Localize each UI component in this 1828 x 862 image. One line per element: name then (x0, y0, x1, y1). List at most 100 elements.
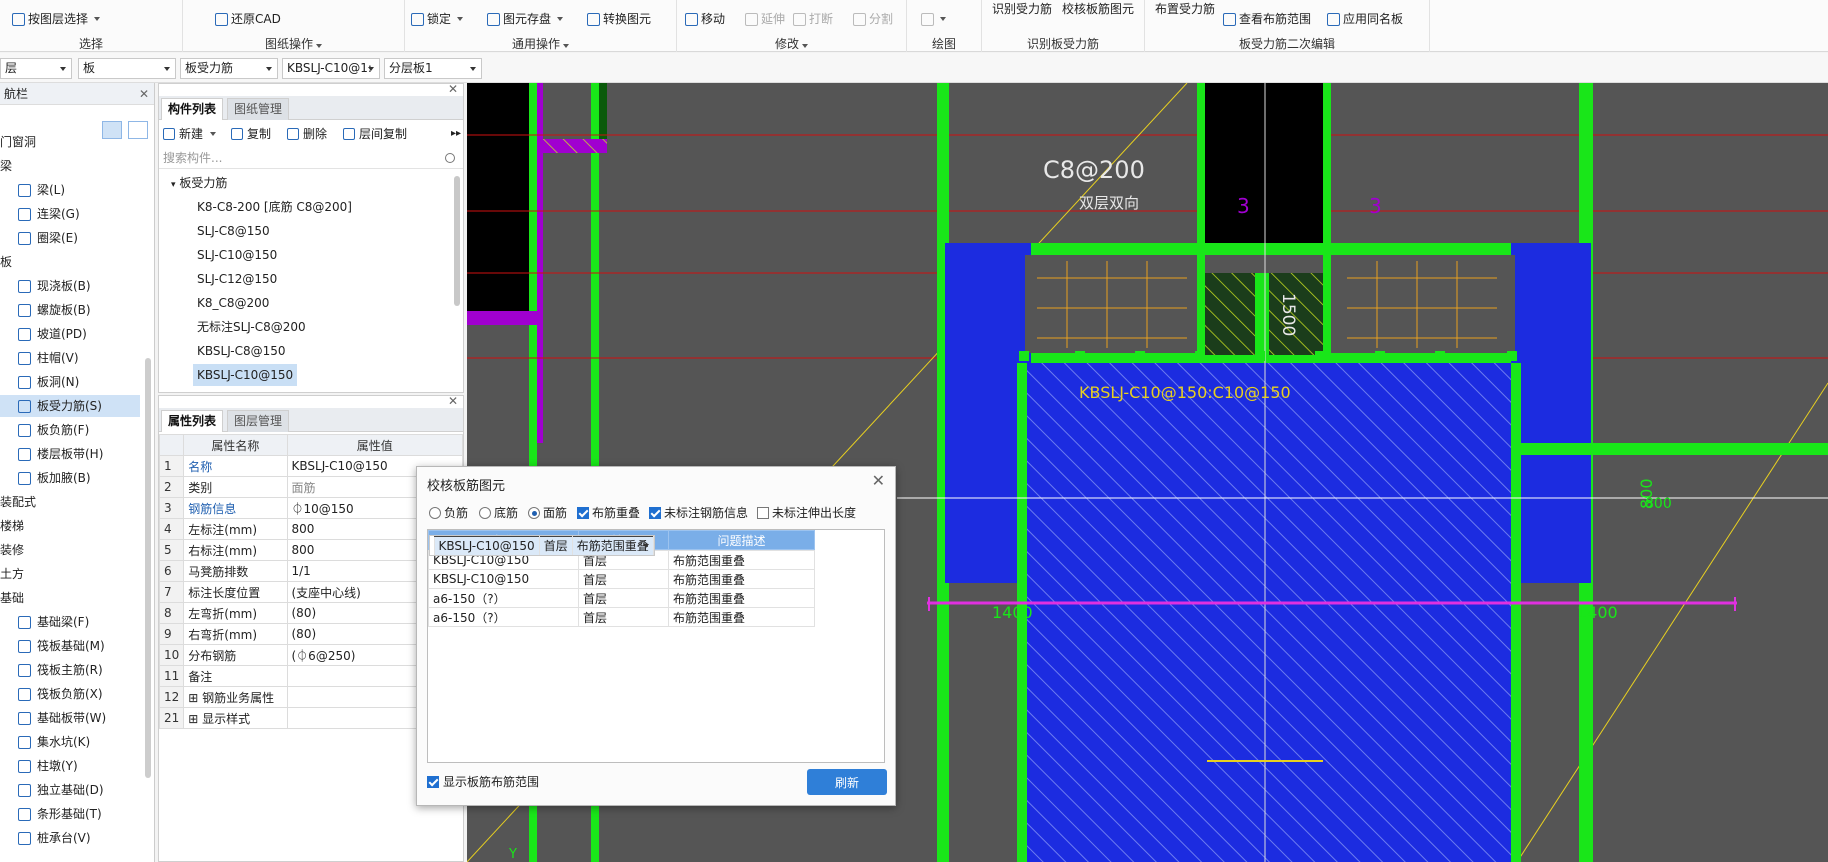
property-tabs: 属性列表 图层管理 (159, 408, 463, 432)
nav-item[interactable]: 板洞(N) (0, 371, 140, 393)
nav-category[interactable]: 梁 (0, 155, 140, 177)
check-slab-rebar-button[interactable]: 校核板筋图元 (1062, 0, 1134, 18)
search-icon[interactable] (445, 153, 455, 163)
nav-item[interactable]: 梁(L) (0, 179, 140, 201)
ribbon-group-modify: 移动 延伸 打断 分割 修改 (677, 0, 907, 52)
radio-top[interactable]: 面筋 (528, 505, 567, 521)
view-range-icon (1223, 12, 1236, 26)
convert-element-button[interactable]: 转换图元 (587, 10, 651, 28)
lock-button[interactable]: 锁定 (411, 10, 464, 28)
split-button[interactable]: 分割 (853, 10, 893, 28)
nav-item[interactable]: 圈梁(E) (0, 227, 140, 249)
radio-bottom[interactable]: 底筋 (479, 505, 518, 521)
select-by-layer-button[interactable]: 按图层选择 (12, 10, 101, 28)
tab-layer-management[interactable]: 图层管理 (227, 410, 290, 432)
nav-item[interactable]: 基础梁(F) (0, 611, 140, 633)
component-scrollbar[interactable] (454, 176, 460, 306)
dark-area (467, 83, 529, 313)
issue-row[interactable]: a6-150（?） 首层 布筋范围重叠 (428, 607, 815, 627)
close-icon[interactable]: ✕ (872, 471, 885, 490)
layer-select[interactable]: 分层板1 (384, 58, 482, 79)
draw-arc-button[interactable] (921, 10, 946, 28)
close-icon[interactable]: ✕ (448, 82, 458, 96)
nav-item[interactable]: 筏板基础(M) (0, 635, 140, 657)
nav-item[interactable]: 桩承台(V) (0, 827, 140, 849)
component-item[interactable]: K8_C8@200 (193, 292, 273, 314)
nav-item[interactable]: 柱墩(Y) (0, 755, 140, 777)
component-item[interactable]: SLJ-C12@150 (193, 268, 281, 290)
nav-item[interactable]: 基础板带(W) (0, 707, 140, 729)
close-icon[interactable]: ✕ (139, 83, 149, 105)
nav-item[interactable]: 集水坑(K) (0, 731, 140, 753)
nav-item[interactable]: 板受力筋(S) (0, 395, 140, 417)
nav-item[interactable]: 楼层板带(H) (0, 443, 140, 465)
nav-item[interactable]: 螺旋板(B) (0, 299, 140, 321)
issue-row[interactable]: KBSLJ-C10@150 首层 布筋范围重叠 (428, 535, 655, 556)
tab-component-list[interactable]: 构件列表 (161, 98, 224, 120)
nav-item[interactable]: 板加腋(B) (0, 467, 140, 489)
issue-row[interactable]: a6-150（?） 首层 布筋范围重叠 (428, 588, 815, 608)
component-item[interactable]: SLJ-C10@150 (193, 244, 281, 266)
cast-slab-icon (18, 279, 31, 293)
apply-same-slab-button[interactable]: 应用同名板 (1327, 10, 1403, 28)
break-button[interactable]: 打断 (793, 10, 833, 28)
save-element-button[interactable]: 图元存盘 (487, 10, 564, 28)
show-range-check[interactable]: 显示板筋布筋范围 (427, 773, 539, 790)
dimension-800: 800 (1645, 496, 1672, 512)
refresh-button[interactable]: 刷新 (807, 769, 887, 795)
check-overlap[interactable]: 布筋重叠 (577, 505, 640, 521)
nav-category[interactable]: 装配式 (0, 491, 140, 513)
tab-drawing-management[interactable]: 图纸管理 (227, 98, 290, 120)
nav-category[interactable]: 基础 (0, 587, 140, 609)
check-unlabeled-info[interactable]: 未标注钢筋信息 (649, 505, 748, 521)
category-select[interactable]: 板 (78, 58, 176, 79)
nav-item[interactable]: 坡道(PD) (0, 323, 140, 345)
row-number: 21 (158, 707, 185, 729)
check-unlabeled-length[interactable]: 未标注伸出长度 (757, 505, 856, 521)
nav-scrollbar[interactable] (145, 358, 151, 778)
component-select[interactable]: KBSLJ-C10@1: (282, 58, 380, 79)
floor-select[interactable]: 层 (0, 58, 72, 79)
slab-rebar-icon (18, 399, 31, 413)
place-rebar-button[interactable]: 布置受力筋 (1155, 0, 1215, 18)
nav-item[interactable]: 筏板负筋(X) (0, 683, 140, 705)
view-rebar-range-button[interactable]: 查看布筋范围 (1223, 10, 1311, 28)
nav-category[interactable]: 板 (0, 251, 140, 273)
nav-category[interactable]: 楼梯 (0, 515, 140, 537)
tree-root[interactable]: ▾ 板受力筋 (171, 172, 227, 194)
tab-property-list[interactable]: 属性列表 (161, 410, 224, 432)
nav-item[interactable]: 板负筋(F) (0, 419, 140, 441)
slab-hole-icon (18, 375, 31, 389)
nav-item[interactable]: 连梁(G) (0, 203, 140, 225)
component-search-input[interactable]: 搜索构件... (159, 147, 463, 169)
radio-negative[interactable]: 负筋 (429, 505, 468, 521)
new-button[interactable]: 新建 (163, 122, 217, 146)
nav-category[interactable]: 装修 (0, 539, 140, 561)
move-button[interactable]: 移动 (685, 10, 725, 28)
extend-button[interactable]: 延伸 (745, 10, 785, 28)
issue-row[interactable]: KBSLJ-C10@150 首层 布筋范围重叠 (428, 569, 815, 589)
nav-category[interactable]: 门窗洞 (0, 131, 140, 153)
ribbon-group-edit: 布置受力筋 查看布筋范围 应用同名板 板受力筋二次编辑 (1145, 0, 1430, 52)
nav-item[interactable]: 柱帽(V) (0, 347, 140, 369)
component-item[interactable]: K8-C8-200 [底筋 C8@200] (193, 196, 356, 218)
nav-item[interactable]: 条形基础(T) (0, 803, 140, 825)
type-select[interactable]: 板受力筋 (180, 58, 278, 79)
interfloor-copy-button[interactable]: 层间复制 (343, 122, 407, 146)
col-name: 属性名称 (183, 434, 288, 456)
restore-cad-button[interactable]: 还原CAD (215, 10, 281, 28)
copy-button[interactable]: 复制 (231, 122, 271, 146)
recognize-rebar-button[interactable]: 识别受力筋 (992, 0, 1052, 18)
more-icon[interactable]: ▸▸ (451, 122, 461, 146)
component-item[interactable]: SLJ-C8@150 (193, 220, 274, 242)
nav-item[interactable]: 现浇板(B) (0, 275, 140, 297)
component-item[interactable]: KBSLJ-C10@150 (193, 364, 298, 386)
component-item[interactable]: 无标注SLJ-C8@200 (193, 316, 310, 338)
nav-item[interactable]: 独立基础(D) (0, 779, 140, 801)
nav-category[interactable]: 土方 (0, 563, 140, 585)
issue-name: KBSLJ-C10@150 (428, 569, 579, 589)
nav-item[interactable]: 筏板主筋(R) (0, 659, 140, 681)
component-item[interactable]: KBSLJ-C8@150 (193, 340, 290, 362)
delete-button[interactable]: 删除 (287, 122, 327, 146)
close-icon[interactable]: ✕ (448, 394, 458, 408)
